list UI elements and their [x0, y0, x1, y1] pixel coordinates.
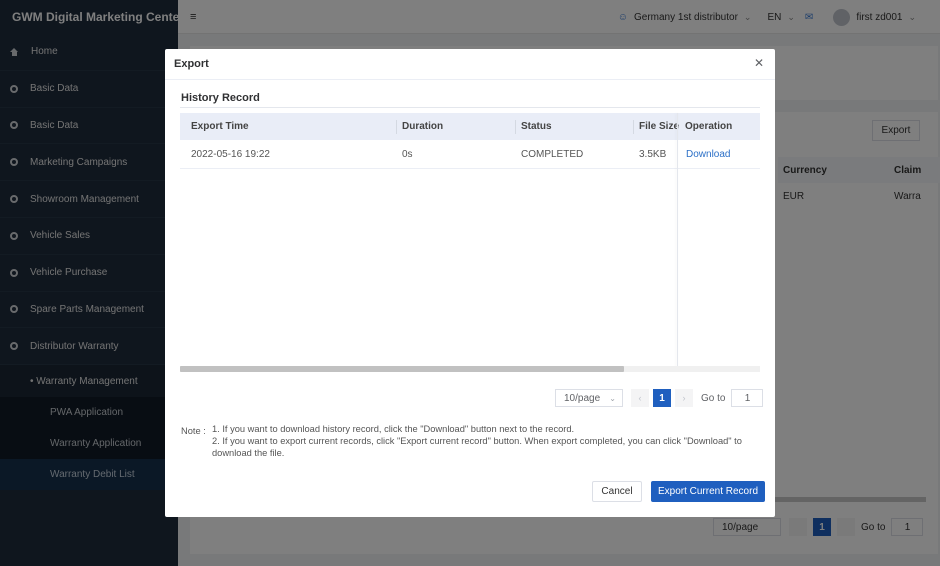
goto-label: Go to: [701, 392, 726, 404]
cancel-button[interactable]: Cancel: [592, 481, 642, 502]
cell-file-size: 3.5KB: [639, 149, 667, 160]
section-title: History Record: [181, 92, 260, 104]
goto-input[interactable]: 1: [731, 389, 764, 407]
chevron-left-icon: ‹: [638, 393, 642, 403]
chevron-down-icon: ⌄: [609, 393, 616, 403]
export-dialog: Export ✕ History Record Export Time Dura…: [165, 49, 775, 517]
download-link[interactable]: Download: [686, 140, 730, 169]
note-line-2: 2. If you want to export current records…: [212, 436, 742, 458]
fixed-column-border: [677, 113, 678, 369]
prev-page-button[interactable]: ‹: [631, 389, 649, 407]
table-row: 2022-05-16 19:22 0s COMPLETED 3.5KB Down…: [180, 140, 760, 169]
scrollbar-thumb[interactable]: [180, 366, 624, 372]
column-divider: [515, 120, 516, 134]
pagination: 10/page ⌄ ‹ 1 › Go to 1: [555, 389, 764, 407]
note-line-1: 1. If you want to download history recor…: [212, 424, 575, 434]
dialog-title: Export: [174, 58, 209, 70]
export-current-record-button[interactable]: Export Current Record: [651, 481, 765, 502]
column-divider: [396, 120, 397, 134]
page-number[interactable]: 1: [653, 389, 671, 407]
cell-status: COMPLETED: [521, 149, 584, 160]
next-page-button[interactable]: ›: [675, 389, 693, 407]
cell-export-time: 2022-05-16 19:22: [191, 149, 270, 160]
column-header-export-time: Export Time: [191, 121, 249, 132]
column-header-file-size: File Size: [639, 121, 680, 132]
history-table: Export Time Duration Status File Size Op…: [180, 113, 760, 369]
column-header-status: Status: [521, 121, 552, 132]
note-lines: 1. If you want to download history recor…: [212, 423, 752, 459]
table-header: Export Time Duration Status File Size Op…: [180, 113, 760, 140]
chevron-right-icon: ›: [682, 393, 686, 403]
column-divider: [633, 120, 634, 134]
page-size-value: 10/page: [564, 392, 601, 404]
dialog-header: Export: [165, 49, 775, 80]
page-size-select[interactable]: 10/page ⌄: [555, 389, 623, 407]
column-header-duration: Duration: [402, 121, 444, 132]
divider: [180, 107, 760, 108]
note-label: Note :: [181, 426, 206, 436]
column-header-operation: Operation: [685, 121, 733, 132]
cell-duration: 0s: [402, 149, 413, 160]
horizontal-scrollbar[interactable]: [180, 366, 760, 372]
close-icon[interactable]: ✕: [753, 57, 765, 69]
